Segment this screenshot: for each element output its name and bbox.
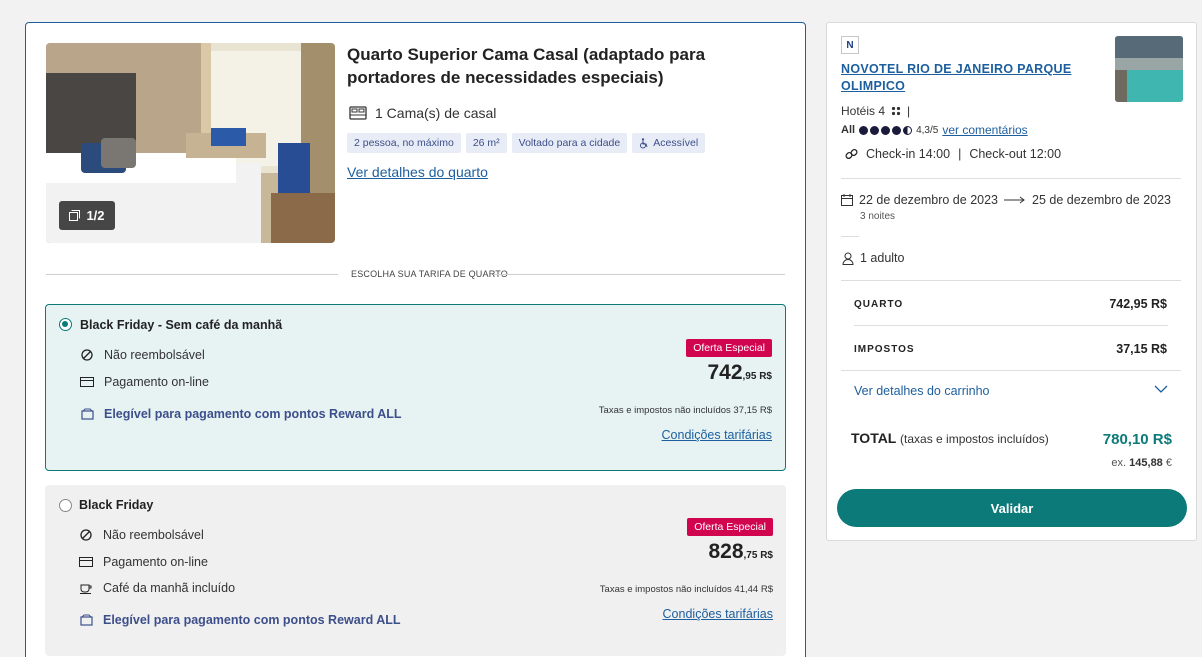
hotel-rating: All 4,3/5 ver comentários: [841, 123, 1028, 137]
arrow-right-icon: [1004, 196, 1025, 204]
divider-right: [494, 274, 785, 275]
feature-reward-1: Elegível para pagamento com pontos Rewar…: [80, 407, 402, 421]
room-line-label: QUARTO: [854, 299, 904, 310]
special-offer-badge-1: Oferta Especial: [686, 339, 772, 357]
stay-dates: 22 de dezembro de 2023 25 de dezembro de…: [841, 193, 1171, 207]
hotel-name-link[interactable]: NOVOTEL RIO DE JANEIRO PARQUE OLIMPICO: [841, 61, 1081, 95]
tag-capacity: 2 pessoa, no máximo: [347, 133, 461, 153]
rate-name-1: Black Friday - Sem café da manhã: [80, 318, 283, 332]
room-card: 1/2 Quarto Superior Cama Casal (adaptado…: [25, 22, 806, 657]
rate-name-2: Black Friday: [79, 498, 154, 512]
total-alt-currency: ex. 145,88 €: [1111, 457, 1172, 469]
hotel-brand-logo: N: [841, 36, 859, 54]
rate-tax-note-1: Taxas e impostos não incluídos 37,15 R$: [598, 405, 772, 416]
hotel-thumbnail: [1115, 36, 1183, 102]
validate-button[interactable]: Validar: [837, 489, 1187, 527]
rate-option[interactable]: Black Friday Não reembolsável Pagamento …: [45, 485, 786, 656]
divider-left: [46, 274, 338, 275]
total-label: TOTAL (taxas e impostos incluídos): [851, 430, 1049, 446]
no-refund-icon: [81, 349, 93, 361]
chevron-down-icon[interactable]: [1154, 385, 1168, 393]
rate-conditions-link-1[interactable]: Condições tarifárias: [662, 428, 772, 442]
tag-size: 26 m²: [465, 133, 507, 153]
guests: 1 adulto: [842, 251, 904, 265]
key-link-icon: [845, 148, 858, 159]
photo-counter-label: 1/2: [86, 208, 105, 223]
booking-summary: N NOVOTEL RIO DE JANEIRO PARQUE OLIMPICO…: [826, 22, 1197, 541]
feature-online-payment-1: Pagamento on-line: [80, 375, 209, 389]
tax-line-label: IMPOSTOS: [854, 344, 915, 355]
nights-count: 3 noites: [860, 211, 896, 222]
hotel-category: Hotéis 4 |: [841, 104, 911, 118]
rating-score: 4,3/5: [916, 124, 939, 136]
feature-non-refundable-1: Não reembolsável: [80, 348, 205, 362]
rate-tax-note-2: Taxas e impostos não incluídos 41,44 R$: [599, 584, 773, 595]
rating-brand: All: [841, 124, 856, 136]
rate-radio-1[interactable]: [59, 318, 72, 331]
stars-icon: [891, 106, 901, 116]
photo-counter[interactable]: 1/2: [59, 201, 115, 230]
feature-reward-2: Elegível para pagamento com pontos Rewar…: [79, 613, 401, 627]
tax-line-value: 37,15 R$: [1116, 342, 1167, 356]
bed-icon: [349, 106, 367, 120]
coffee-cup-icon: [79, 584, 91, 594]
reward-points-icon: [80, 408, 94, 420]
card-icon: [80, 377, 94, 387]
checkin-checkout: Check-in 14:00 | Check-out 12:00: [845, 147, 1061, 161]
special-offer-badge-2: Oferta Especial: [687, 518, 773, 536]
card-icon: [79, 557, 93, 567]
room-title: Quarto Superior Cama Casal (adaptado par…: [347, 45, 706, 87]
reviews-link[interactable]: ver comentários: [942, 123, 1027, 137]
feature-online-payment-2: Pagamento on-line: [79, 555, 208, 569]
hotel-thumbnail-image: [1115, 36, 1183, 102]
feature-non-refundable-2: Não reembolsável: [79, 528, 204, 542]
no-refund-icon: [80, 529, 92, 541]
wheelchair-icon: [640, 137, 648, 148]
room-photo[interactable]: 1/2: [46, 43, 335, 243]
room-line-value: 742,95 R$: [1109, 297, 1167, 311]
bed-label: 1 Cama(s) de casal: [375, 105, 497, 121]
calendar-icon: [841, 194, 853, 206]
gallery-icon: [69, 210, 81, 221]
reward-points-icon: [79, 614, 93, 626]
room-bed-info: 1 Cama(s) de casal: [349, 105, 496, 121]
cart-details-link[interactable]: Ver detalhes do carrinho: [854, 384, 990, 398]
rating-dots: [859, 125, 913, 135]
rate-price-1: 742,95 R$: [707, 361, 772, 384]
person-icon: [842, 252, 854, 265]
rate-price-2: 828,75 R$: [708, 540, 773, 563]
total-value: 780,10 R$: [1102, 431, 1172, 448]
feature-breakfast-2: Café da manhã incluído: [79, 581, 235, 595]
rate-radio-2[interactable]: [59, 499, 72, 512]
rate-option-selected[interactable]: Black Friday - Sem café da manhã Não ree…: [45, 304, 786, 471]
rates-heading: ESCOLHA SUA TARIFA DE QUARTO: [351, 269, 508, 279]
tag-view: Voltado para a cidade: [511, 133, 628, 153]
tag-accessible: Acessível: [632, 133, 706, 153]
rate-conditions-link-2[interactable]: Condições tarifárias: [663, 607, 773, 621]
room-tags: 2 pessoa, no máximo 26 m² Voltado para a…: [347, 133, 706, 153]
room-details-link[interactable]: Ver detalhes do quarto: [347, 164, 488, 180]
